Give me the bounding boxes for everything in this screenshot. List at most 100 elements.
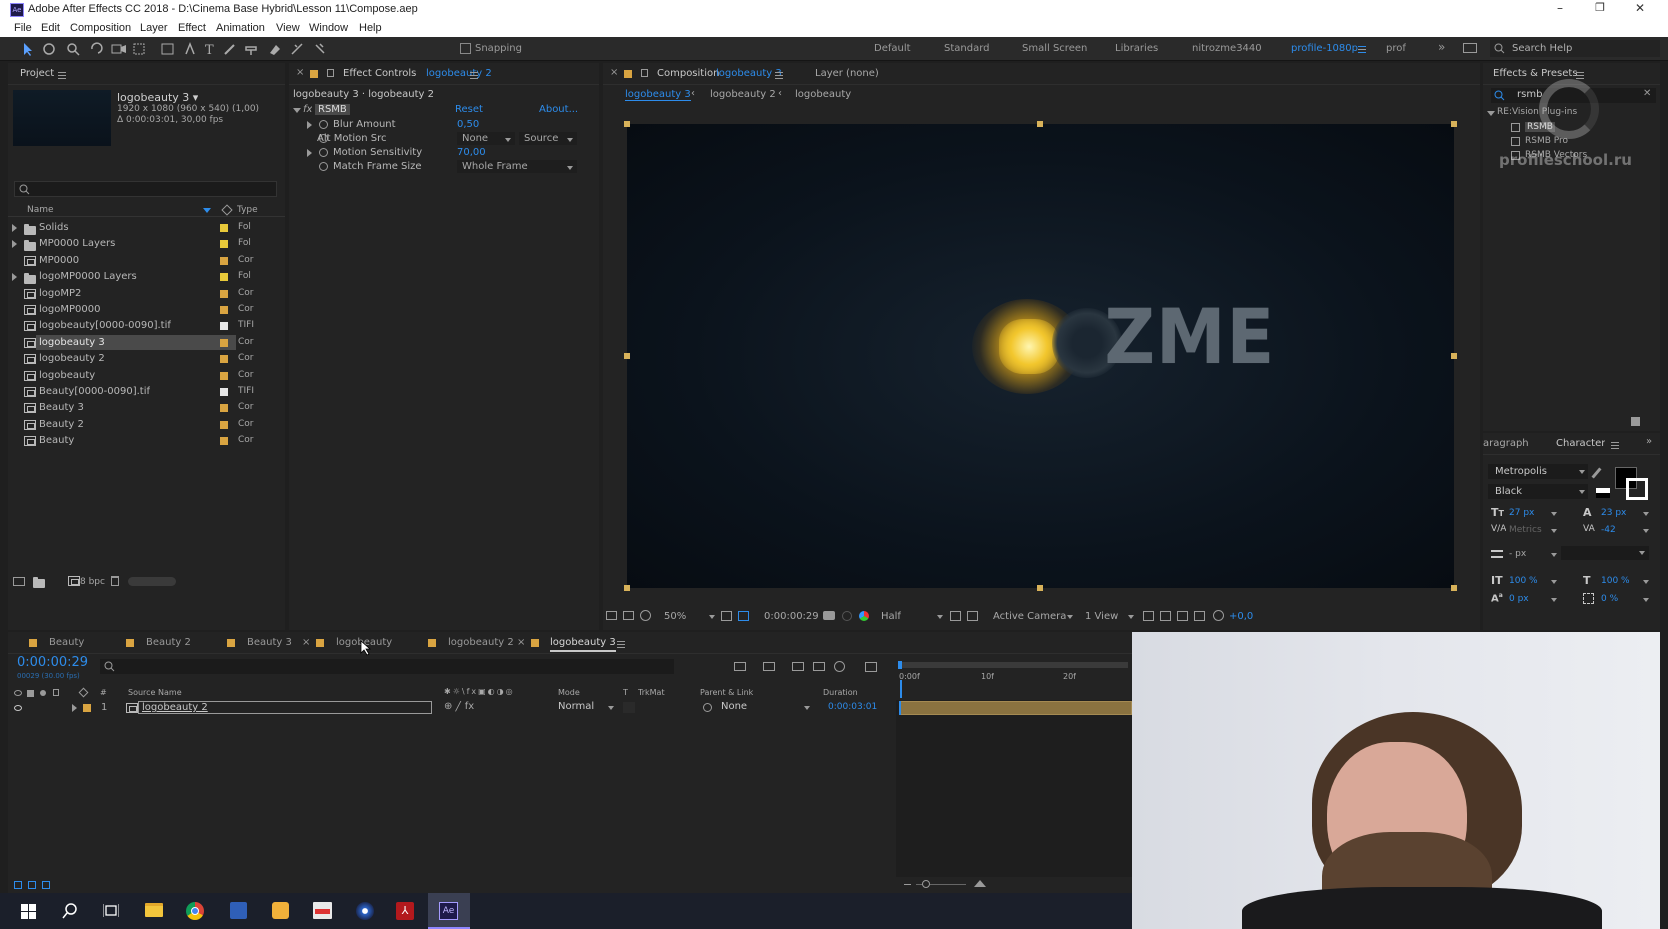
interpret-footage-icon[interactable] [13,577,25,586]
label-color-swatch[interactable] [220,306,228,314]
lock-icon[interactable] [327,69,334,77]
view-layout-select[interactable]: 1 View [1085,611,1118,622]
source-name-column[interactable]: Source Name [128,688,182,697]
layer-name-field[interactable]: logobeauty 2 [138,701,432,714]
project-item[interactable]: logobeauty[0000-0090].tif TIFI [8,318,285,334]
project-item[interactable]: logobeauty 2 Cor [8,351,285,367]
close-tab-icon[interactable]: × [302,637,310,648]
label-color-swatch[interactable] [220,322,228,331]
project-item[interactable]: logoMP0000 Cor [8,302,285,318]
bbox-handle-tc[interactable] [1037,121,1043,127]
label-color-swatch[interactable] [220,388,228,396]
vertical-scale-value[interactable]: 100 % [1509,576,1538,586]
project-item[interactable]: Beauty 3 Cor [8,400,285,416]
leading-value[interactable]: 23 px [1601,508,1626,518]
project-panel-title[interactable]: Project [20,68,54,79]
view-dropdown-icon[interactable] [1128,615,1134,619]
kerning-value[interactable]: Metrics [1509,525,1542,535]
minimize-button[interactable]: – [1550,1,1570,19]
layer-twirl-icon[interactable] [72,704,77,712]
property-twirl-icon[interactable] [307,149,312,157]
workspace-profile-1080p[interactable]: profile-1080p [1291,43,1358,54]
new-comp-icon[interactable] [68,576,81,586]
bpc-label[interactable]: 8 bpc [80,577,105,587]
t-column[interactable]: T [623,688,628,697]
flowchart-icon[interactable] [1194,611,1205,621]
paragraph-tab[interactable]: aragraph [1483,438,1529,449]
frame-blending-icon[interactable] [813,662,825,671]
eyedropper-icon[interactable] [1591,467,1602,479]
motion-blur-icon[interactable] [834,661,845,672]
current-time[interactable]: 0:00:00:29 [764,611,819,622]
timeline-icon[interactable] [1177,611,1188,621]
property-twirl-icon[interactable] [307,121,312,129]
time-ruler[interactable]: 0:00f 10f 20f [896,660,1132,698]
bbox-handle-bl[interactable] [624,585,630,591]
composition-tab-prefix[interactable]: Composition [657,68,719,79]
project-menu-icon[interactable] [58,72,66,79]
menu-file[interactable]: File [14,22,32,34]
workspace-libraries[interactable]: Libraries [1115,43,1158,54]
new-preset-icon[interactable] [1631,417,1640,426]
property-value[interactable]: 70,00 [457,147,486,158]
label-color-swatch[interactable] [220,273,228,282]
timeline-tab[interactable]: Beauty [29,632,129,654]
layer-duration[interactable]: 0:00:03:01 [828,702,877,712]
timeline-graph-area[interactable] [896,700,1132,877]
effect-property-row[interactable]: Alt Motion Src None Source [289,132,579,146]
bbox-handle-bc[interactable] [1037,585,1043,591]
always-preview-icon[interactable] [606,611,617,620]
file-explorer-icon[interactable] [145,903,163,917]
project-item[interactable]: Beauty[0000-0090].tif TIFI [8,384,285,400]
category-twirl-icon[interactable] [1487,111,1495,116]
font-style-select[interactable]: Black [1488,484,1588,499]
label-color-swatch[interactable] [220,338,228,347]
region-icon[interactable] [738,611,749,621]
effect-twirl-icon[interactable] [293,108,301,113]
breadcrumb-1[interactable]: logobeauty 2 [710,89,776,100]
workspace-menu-icon[interactable] [1358,46,1366,53]
menu-help[interactable]: Help [359,22,382,34]
orange-app-icon[interactable] [272,902,289,919]
start-icon[interactable] [21,904,36,919]
effect-about-link[interactable]: About... [539,104,578,115]
maximize-button[interactable]: ❐ [1590,1,1610,19]
tracking-dropdown-icon[interactable] [1643,529,1649,533]
twirl-icon[interactable] [12,273,17,282]
baseline-shift-value[interactable]: 0 px [1509,594,1529,604]
stroke-width-value[interactable]: - px [1509,549,1526,559]
label-color-swatch[interactable] [220,240,228,249]
label-color-swatch[interactable] [220,256,228,265]
twirl-icon[interactable] [12,240,17,249]
menu-layer[interactable]: Layer [140,22,168,34]
composition-tab-target[interactable]: logobeauty 3 [716,68,782,79]
close-button[interactable]: ✕ [1630,1,1650,19]
work-area-start[interactable] [898,661,902,669]
search-help-field[interactable]: Search Help [1490,40,1660,57]
breadcrumb-2[interactable]: logobeauty [795,89,851,100]
exposure-value[interactable]: +0,0 [1229,611,1253,622]
property-value[interactable]: 0,50 [457,119,479,130]
effect-controls-tab-prefix[interactable]: Effect Controls [343,68,416,79]
zoom-select[interactable]: 50% [664,611,686,622]
parent-column[interactable]: Parent & Link [700,688,753,697]
monitor-icon[interactable] [623,611,634,620]
graph-editor-icon[interactable] [865,662,877,672]
fit-icon[interactable] [721,611,732,621]
task-view-icon[interactable] [103,904,119,918]
stopwatch-icon[interactable] [319,148,328,157]
switches-icons[interactable]: ✱☼\fx▣◐◑◎ [444,687,515,696]
bbox-handle-tl[interactable] [624,121,630,127]
label-color-swatch[interactable] [220,355,228,364]
comp-mini-flowchart-icon[interactable] [734,662,746,671]
label-color-swatch[interactable] [220,437,228,446]
character-menu-icon[interactable] [1611,442,1619,449]
selected-item-name[interactable]: logobeauty 3 ▾ [117,91,198,104]
stopwatch-icon[interactable] [319,120,328,129]
trkmat-column[interactable]: TrkMat [638,688,665,697]
project-item[interactable]: MP0000 Layers Fol [8,236,285,252]
timeline-tab[interactable]: Beauty 2 [126,632,226,654]
snapping-checkbox[interactable] [460,43,471,54]
expand-modes-icon[interactable] [28,881,36,889]
twirl-icon[interactable] [12,224,17,232]
